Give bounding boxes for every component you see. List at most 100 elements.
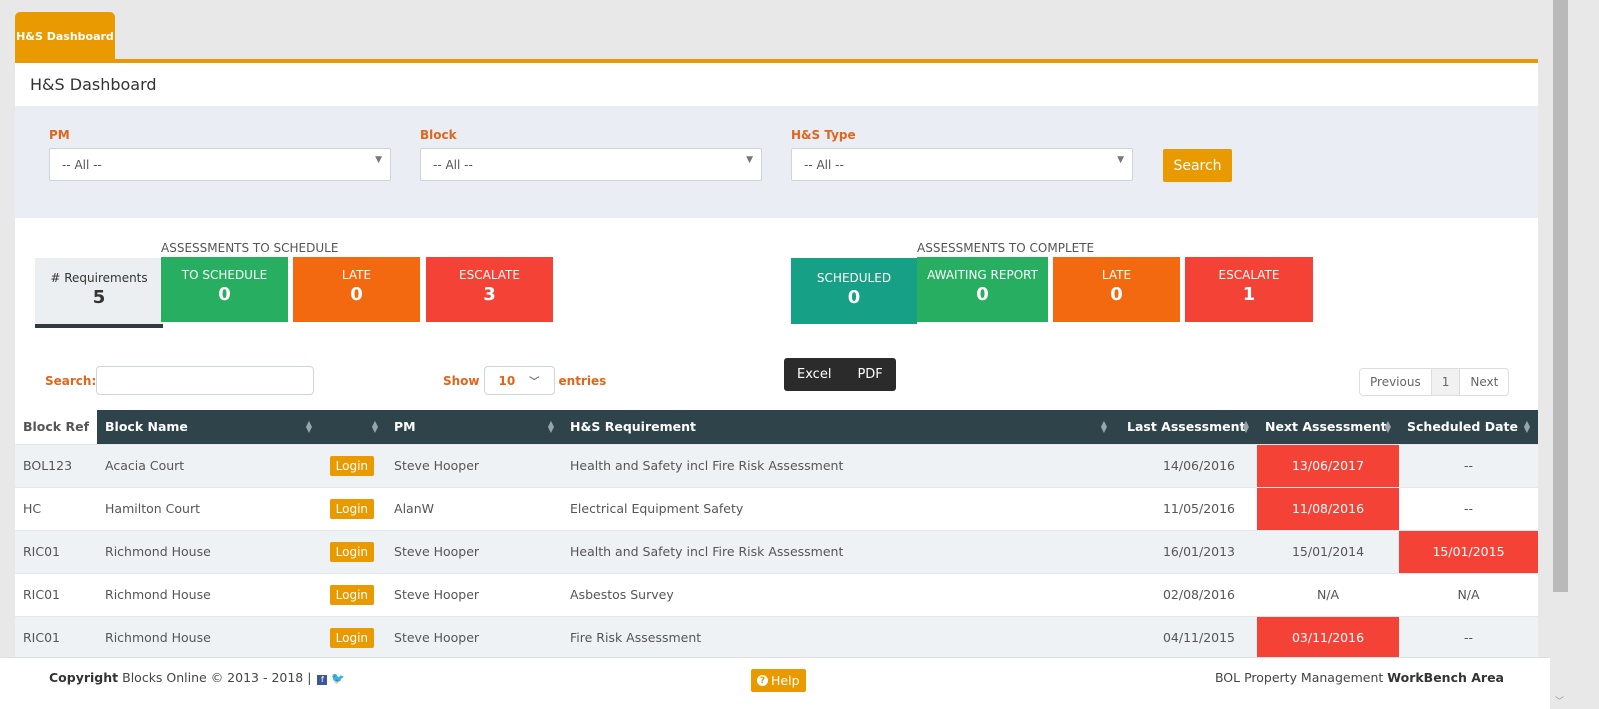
- next-page-button[interactable]: Next: [1460, 369, 1508, 395]
- entries-label: entries: [558, 373, 607, 388]
- hs-type-select[interactable]: -- All -- ▼: [791, 148, 1133, 181]
- cell-requirement: Health and Safety incl Fire Risk Assessm…: [562, 443, 1116, 487]
- page-title: H&S Dashboard: [30, 75, 157, 94]
- col-requirement[interactable]: H&S Requirement ▲ ▼: [562, 410, 1116, 444]
- kpi-value: 0: [218, 284, 231, 305]
- pm-select-value: -- All --: [62, 157, 102, 172]
- kpi-value: 0: [350, 284, 363, 305]
- kpi-label: ESCALATE: [1218, 268, 1280, 282]
- cell-login: Login: [320, 529, 387, 573]
- cell-block-name: Acacia Court: [97, 443, 321, 487]
- cell-block-ref: RIC01: [15, 529, 98, 573]
- sort-icon: ▲ ▼: [371, 419, 379, 434]
- company-name: BOL Property Management: [1214, 670, 1384, 685]
- kpi-scheduled[interactable]: SCHEDULED 0: [791, 258, 917, 324]
- col-label: Scheduled Date: [1407, 419, 1518, 435]
- cell-next-assessment: N/A: [1257, 572, 1400, 616]
- kpi-schedule-escalate[interactable]: ESCALATE 3: [426, 257, 553, 322]
- block-filter: Block -- All -- ▼: [420, 128, 762, 181]
- table-search: Search:: [45, 366, 315, 395]
- sort-icon: ▲ ▼: [1523, 419, 1530, 434]
- kpi-value: 3: [483, 284, 496, 305]
- sort-icon: ▲ ▼: [1242, 419, 1250, 434]
- cell-block-name: Richmond House: [97, 615, 321, 659]
- scrollbar-thumb[interactable]: [1553, 0, 1568, 592]
- to-complete-title: ASSESSMENTS TO COMPLETE: [917, 241, 1095, 255]
- login-button[interactable]: Login: [329, 498, 375, 519]
- cell-next-assessment: 11/08/2016: [1257, 486, 1400, 530]
- caret-down-icon: ▼: [375, 155, 382, 165]
- cell-requirement: Fire Risk Assessment: [562, 615, 1116, 659]
- cell-pm: Steve Hooper: [386, 443, 563, 487]
- col-scheduled-date[interactable]: Scheduled Date ▲ ▼: [1399, 410, 1538, 444]
- block-select[interactable]: -- All -- ▼: [420, 148, 762, 181]
- kpi-value: 1: [1242, 284, 1256, 305]
- facebook-icon[interactable]: f: [317, 675, 328, 685]
- cell-login: Login: [320, 572, 387, 616]
- question-circle-icon: ?: [757, 675, 768, 686]
- export-buttons: Excel PDF: [784, 358, 896, 391]
- copyright-text: Blocks Online © 2013 - 2018 |: [122, 670, 312, 685]
- cell-last-assessment: 14/06/2016: [1115, 443, 1258, 487]
- pagination: Previous 1 Next: [1359, 368, 1510, 396]
- kpi-complete-late[interactable]: LATE 0: [1053, 257, 1180, 322]
- footer-brand: BOL Property Management WorkBench Area: [1215, 670, 1504, 685]
- col-next-assessment[interactable]: Next Assessment ▲ ▼: [1257, 410, 1400, 444]
- page-scrollbar[interactable]: ﹀: [1553, 0, 1568, 709]
- col-label: Block Name: [105, 419, 188, 435]
- kpi-awaiting-report[interactable]: AWAITING REPORT 0: [917, 257, 1048, 322]
- col-block-name[interactable]: Block Name ▲ ▼: [97, 410, 321, 444]
- table-search-label: Search:: [45, 373, 97, 388]
- kpi-value: 0: [1110, 284, 1123, 305]
- kpi-to-schedule[interactable]: TO SCHEDULE 0: [161, 257, 288, 322]
- cell-last-assessment: 02/08/2016: [1115, 572, 1258, 616]
- cell-next-assessment: 15/01/2014: [1257, 529, 1400, 573]
- cell-scheduled-date: --: [1399, 486, 1538, 530]
- cell-block-ref: HC: [15, 486, 98, 530]
- cell-pm: Steve Hooper: [386, 529, 563, 573]
- kpi-schedule-late[interactable]: LATE 0: [293, 257, 420, 322]
- export-excel-button[interactable]: Excel: [784, 367, 844, 382]
- kpi-value: 0: [976, 284, 989, 305]
- pm-select[interactable]: -- All -- ▼: [49, 148, 391, 181]
- pm-filter: PM -- All -- ▼: [49, 128, 391, 181]
- requirements-kpi[interactable]: # Requirements 5: [35, 258, 163, 328]
- tab-strip: H&S Dashboard: [15, 12, 115, 60]
- cell-block-ref: RIC01: [15, 615, 98, 659]
- table-row: HC Hamilton Court Login AlanW Electrical Equ…: [15, 486, 1538, 530]
- tab-hs-dashboard[interactable]: H&S Dashboard: [15, 12, 115, 60]
- login-button[interactable]: Login: [329, 455, 375, 476]
- export-pdf-button[interactable]: PDF: [844, 367, 895, 382]
- col-login[interactable]: ▲ ▼: [320, 410, 387, 444]
- cell-next-assessment: 03/11/2016: [1257, 615, 1400, 659]
- table-row: RIC01 Richmond House Login Steve Hooper Fire…: [15, 615, 1538, 659]
- login-button[interactable]: Login: [329, 627, 375, 648]
- help-label: Help: [771, 673, 800, 688]
- cell-requirement: Electrical Equipment Safety: [562, 486, 1116, 530]
- login-button[interactable]: Login: [329, 541, 375, 562]
- cell-login: Login: [320, 443, 387, 487]
- table-search-input[interactable]: [96, 366, 315, 395]
- cell-last-assessment: 04/11/2015: [1115, 615, 1258, 659]
- col-block-ref[interactable]: Block Ref: [15, 410, 98, 444]
- col-pm[interactable]: PM ▲ ▼: [386, 410, 563, 444]
- area-name: WorkBench Area: [1387, 670, 1504, 685]
- cell-login: Login: [320, 486, 387, 530]
- kpi-label: SCHEDULED: [816, 271, 892, 285]
- help-button[interactable]: ? Help: [751, 669, 806, 692]
- cell-last-assessment: 11/05/2016: [1115, 486, 1258, 530]
- entries-select[interactable]: 10 ﹀: [483, 366, 555, 395]
- page-1-button[interactable]: 1: [1430, 369, 1461, 395]
- col-label: PM: [394, 419, 416, 435]
- twitter-icon[interactable]: 🐦: [331, 672, 345, 685]
- sort-icon: ▲ ▼: [305, 419, 313, 434]
- search-button[interactable]: Search: [1163, 149, 1232, 182]
- login-button[interactable]: Login: [329, 584, 375, 605]
- col-last-assessment[interactable]: Last Assessment ▲ ▼: [1115, 410, 1258, 444]
- hs-type-filter: H&S Type -- All -- ▼: [791, 128, 1133, 181]
- scroll-down-icon[interactable]: ﹀: [1555, 694, 1564, 707]
- kpi-label: LATE: [1101, 268, 1132, 282]
- previous-page-button[interactable]: Previous: [1360, 369, 1431, 395]
- kpi-complete-escalate[interactable]: ESCALATE 1: [1185, 257, 1313, 322]
- table-row: BOL123 Acacia Court Login Steve Hooper Healt…: [15, 443, 1538, 487]
